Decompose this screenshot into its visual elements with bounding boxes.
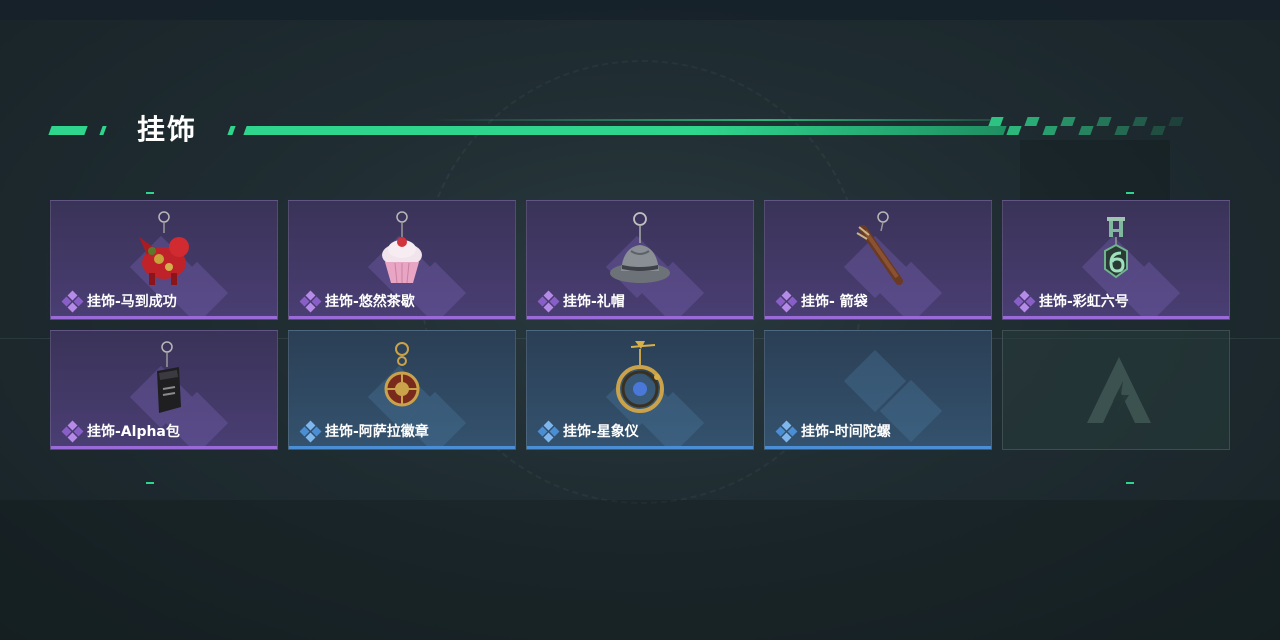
rarity-bar bbox=[527, 446, 753, 449]
section-title: 挂饰 bbox=[137, 113, 198, 146]
checker-square bbox=[1024, 126, 1039, 135]
checker-square bbox=[1114, 117, 1129, 126]
checker-square bbox=[1078, 117, 1093, 126]
charm-label: 挂饰-彩虹六号 bbox=[1013, 290, 1129, 313]
checker-square bbox=[1168, 117, 1184, 126]
charm-card[interactable]: 挂饰-彩虹六号 bbox=[1002, 200, 1230, 320]
rarity-icon bbox=[775, 420, 798, 443]
corner-tick bbox=[146, 482, 154, 484]
charm-grid: 挂饰-马到成功 挂饰-悠然茶歇 挂饰-礼帽 挂饰- 箭袋 挂饰-彩虹六号 挂饰-… bbox=[50, 200, 1230, 450]
red-horse-charm-icon bbox=[139, 211, 189, 285]
charm-card[interactable]: 挂饰-星象仪 bbox=[526, 330, 754, 450]
checker-square bbox=[988, 126, 1003, 135]
charm-card[interactable]: 挂饰-阿萨拉徽章 bbox=[288, 330, 516, 450]
hat-charm-icon bbox=[610, 212, 670, 283]
charm-card[interactable]: 挂饰-马到成功 bbox=[50, 200, 278, 320]
charm-card[interactable]: 挂饰- 箭袋 bbox=[764, 200, 992, 320]
charm-name: 挂饰-Alpha包 bbox=[87, 424, 180, 440]
header-checker-pattern bbox=[988, 117, 1188, 135]
checker-square bbox=[1042, 117, 1057, 126]
corner-tick bbox=[146, 192, 154, 194]
charm-label: 挂饰-Alpha包 bbox=[61, 420, 180, 443]
checker-square bbox=[1132, 126, 1147, 135]
header-thin-line bbox=[430, 119, 990, 121]
rarity-bar bbox=[527, 316, 753, 319]
rarity-bar bbox=[765, 446, 991, 449]
rarity-icon bbox=[537, 420, 560, 443]
checker-square bbox=[1060, 126, 1075, 135]
charm-name: 挂饰-星象仪 bbox=[563, 424, 639, 440]
checker-square bbox=[1096, 126, 1111, 135]
charm-label: 挂饰-阿萨拉徽章 bbox=[299, 420, 429, 443]
checker-square bbox=[1150, 126, 1166, 135]
rarity-bar bbox=[51, 446, 277, 449]
charm-label: 挂饰-马到成功 bbox=[61, 290, 177, 313]
astrolabe-charm-icon bbox=[616, 341, 664, 413]
checker-square bbox=[1132, 117, 1148, 126]
rarity-bar bbox=[289, 446, 515, 449]
quiver-charm-icon bbox=[856, 211, 903, 285]
charm-card[interactable]: 挂饰-时间陀螺 bbox=[764, 330, 992, 450]
checker-square bbox=[1150, 117, 1165, 126]
rarity-icon bbox=[61, 420, 84, 443]
rarity-bar bbox=[51, 316, 277, 319]
charm-label: 挂饰- 箭袋 bbox=[775, 290, 868, 313]
checker-square bbox=[1078, 126, 1094, 135]
cupcake-charm-icon bbox=[382, 211, 422, 284]
checker-square bbox=[1042, 126, 1058, 135]
top-band bbox=[0, 0, 1280, 20]
checker-square bbox=[1006, 117, 1021, 126]
rainbow-six-charm-icon bbox=[1104, 217, 1128, 279]
charm-label: 挂饰-礼帽 bbox=[537, 290, 625, 313]
corner-tick bbox=[1126, 192, 1134, 194]
rarity-icon bbox=[299, 290, 322, 313]
game-logo-icon bbox=[1087, 357, 1151, 423]
charm-label: 挂饰-悠然茶歇 bbox=[299, 290, 415, 313]
rarity-icon bbox=[537, 290, 560, 313]
charm-card[interactable]: 挂饰-礼帽 bbox=[526, 200, 754, 320]
charm-card[interactable]: 挂饰-悠然茶歇 bbox=[288, 200, 516, 320]
background-ground bbox=[0, 500, 1280, 640]
charm-card[interactable]: 挂饰-Alpha包 bbox=[50, 330, 278, 450]
rarity-icon bbox=[775, 290, 798, 313]
charm-name: 挂饰-阿萨拉徽章 bbox=[325, 424, 429, 440]
charm-name: 挂饰-彩虹六号 bbox=[1039, 294, 1129, 310]
rarity-bar bbox=[289, 316, 515, 319]
charm-name: 挂饰-礼帽 bbox=[563, 294, 625, 310]
empty-slot[interactable] bbox=[1002, 330, 1230, 450]
rarity-icon bbox=[299, 420, 322, 443]
header-dash bbox=[227, 126, 236, 135]
charm-name: 挂饰- 箭袋 bbox=[801, 294, 868, 310]
rarity-icon bbox=[1013, 290, 1036, 313]
checker-square bbox=[1114, 126, 1130, 135]
header-dash bbox=[48, 126, 88, 135]
header-dash bbox=[99, 126, 107, 135]
rarity-bar bbox=[1003, 316, 1229, 319]
checker-square bbox=[1006, 126, 1022, 135]
alpha-pack-charm-icon bbox=[157, 341, 181, 413]
charm-name: 挂饰-悠然茶歇 bbox=[325, 294, 415, 310]
checker-square bbox=[1096, 117, 1112, 126]
charm-label: 挂饰-时间陀螺 bbox=[775, 420, 891, 443]
charm-name: 挂饰-马到成功 bbox=[87, 294, 177, 310]
asala-badge-charm-icon bbox=[384, 342, 420, 407]
checker-square bbox=[1024, 117, 1040, 126]
header-accent-bar bbox=[243, 126, 1007, 135]
corner-tick bbox=[1126, 482, 1134, 484]
rarity-bar bbox=[765, 316, 991, 319]
rarity-icon bbox=[61, 290, 84, 313]
checker-square bbox=[1168, 126, 1183, 135]
checker-square bbox=[1060, 117, 1076, 126]
charm-name: 挂饰-时间陀螺 bbox=[801, 424, 891, 440]
checker-square bbox=[988, 117, 1004, 126]
charm-label: 挂饰-星象仪 bbox=[537, 420, 639, 443]
